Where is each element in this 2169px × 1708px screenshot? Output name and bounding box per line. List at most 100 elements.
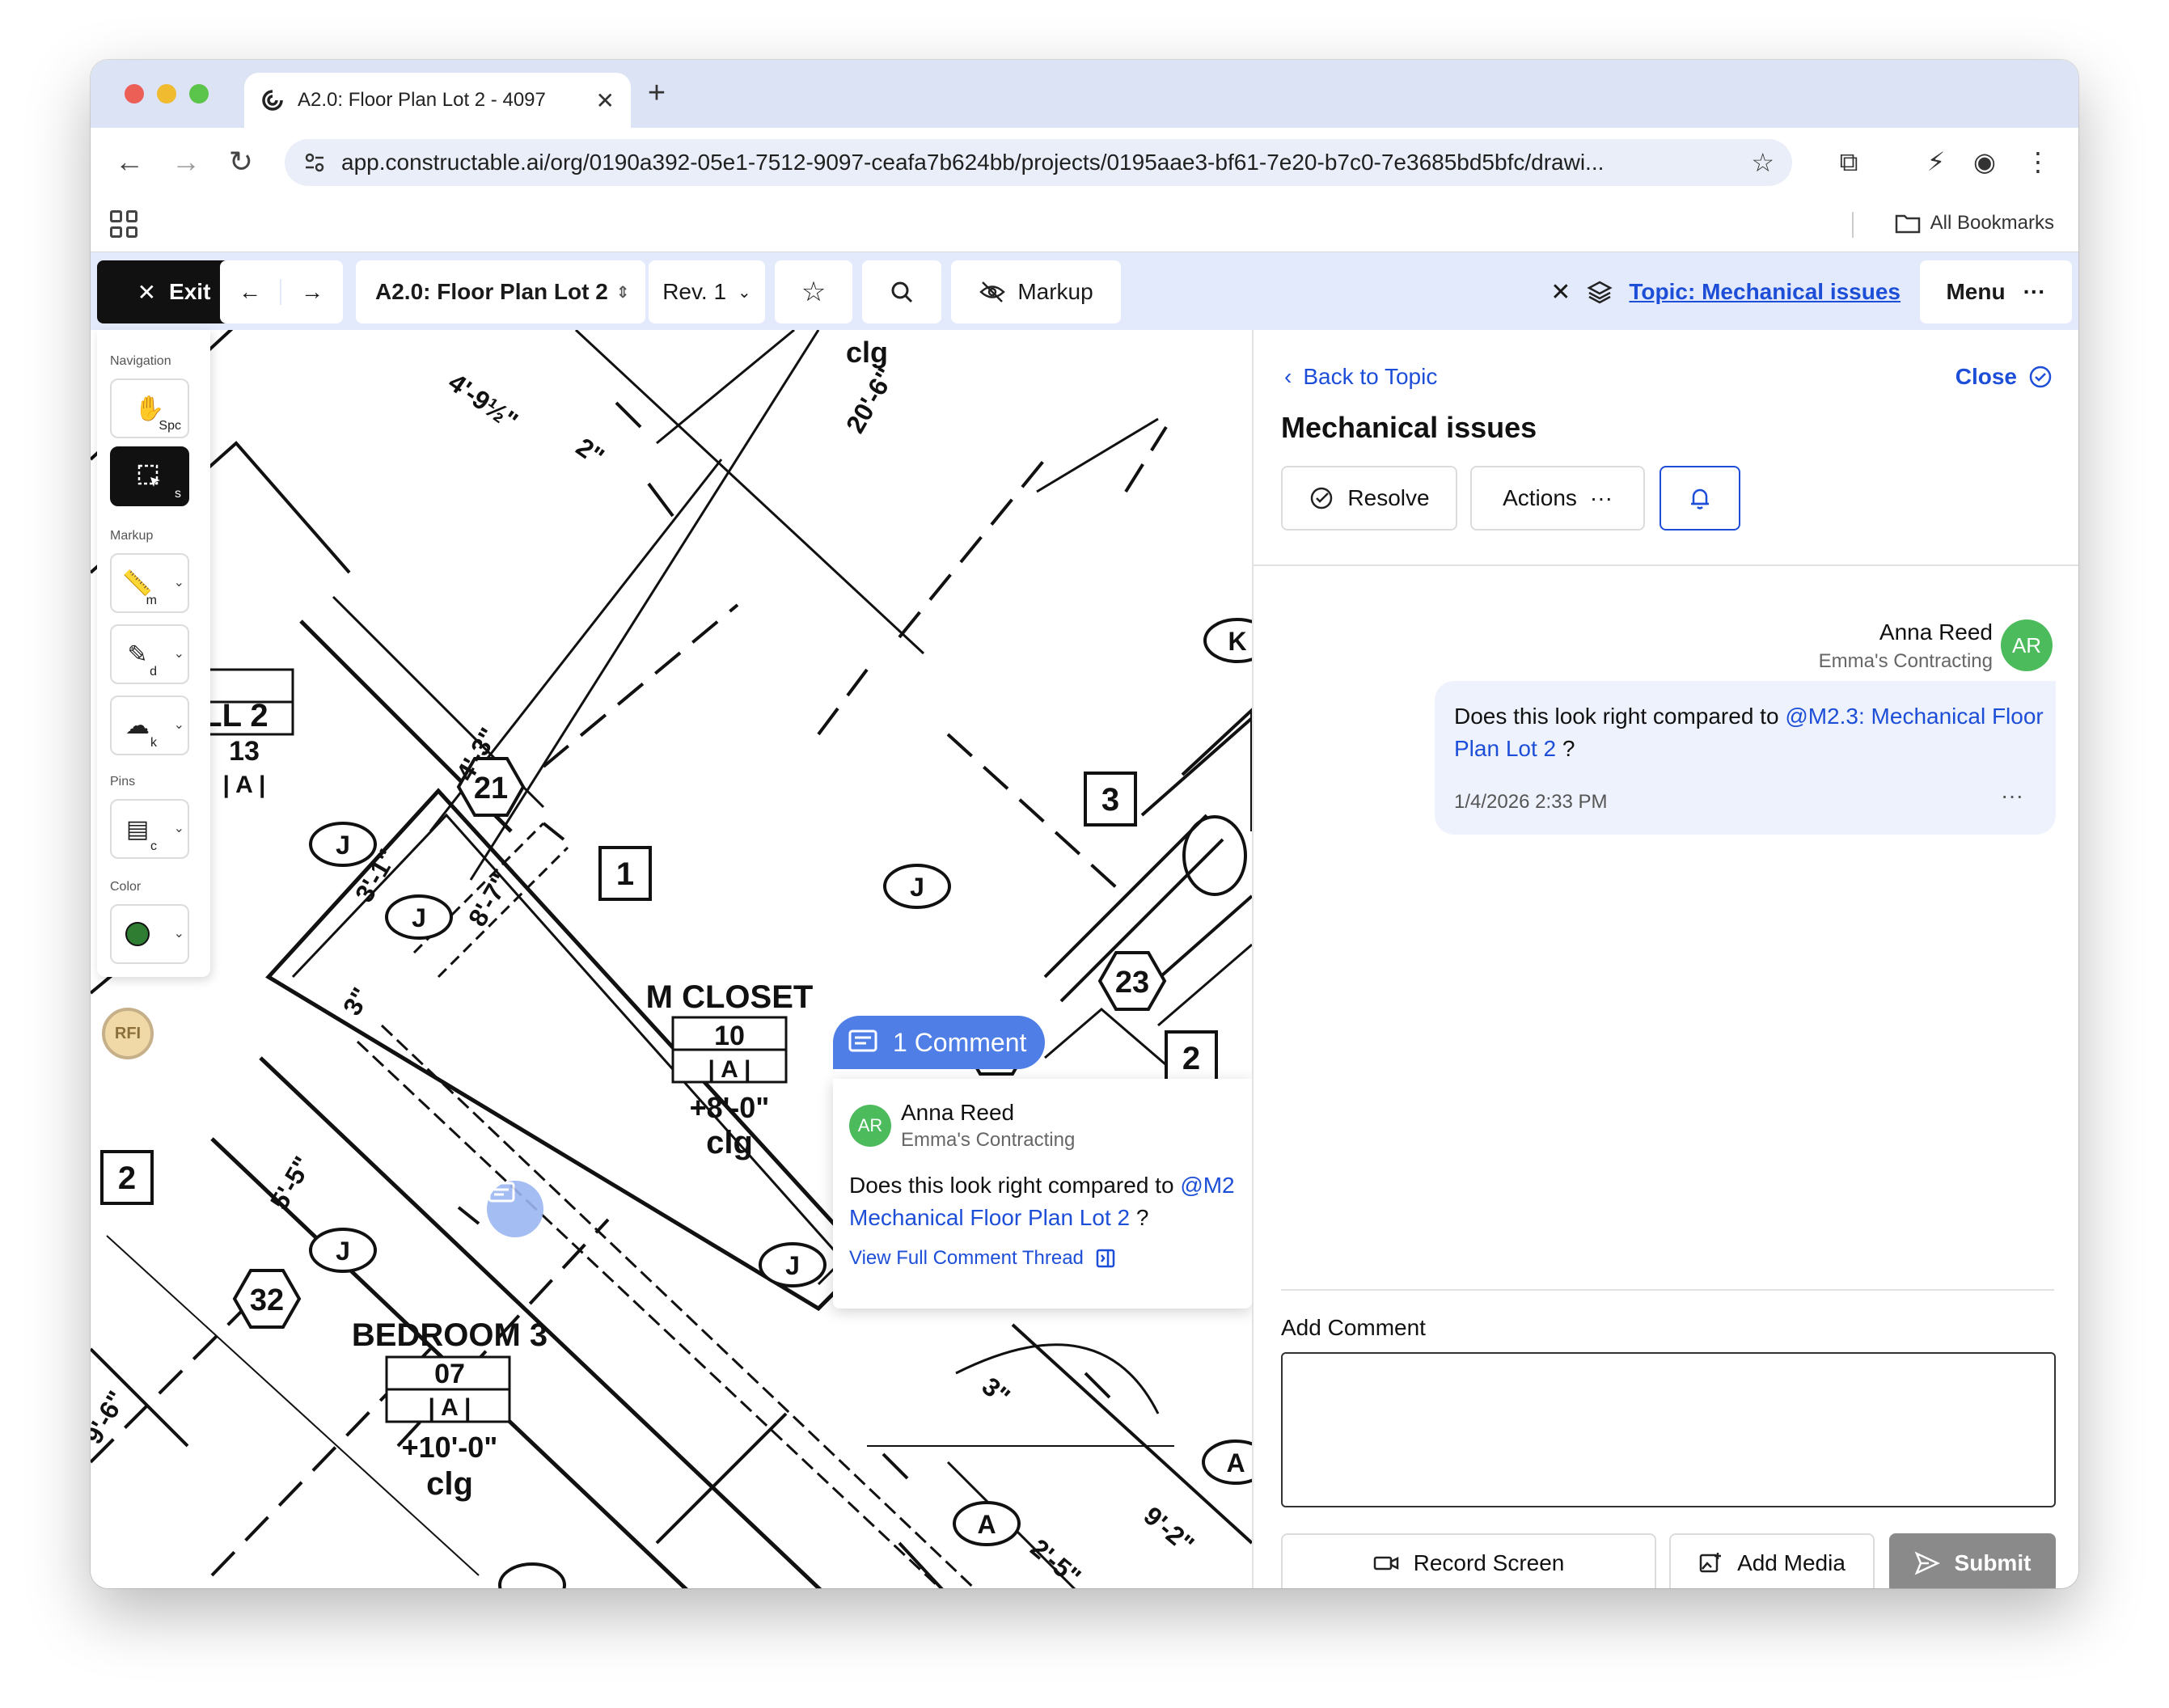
reload-icon[interactable]: ↻: [220, 141, 262, 183]
cloud-tool-button[interactable]: ☁ k ⌄: [110, 695, 189, 755]
chevron-down-icon[interactable]: ⌄: [174, 925, 184, 941]
dimension-label: 9'-2": [1139, 1501, 1200, 1559]
markup-label: Markup: [1017, 279, 1093, 304]
forward-arrow-icon[interactable]: →: [165, 141, 207, 183]
maximize-window-button[interactable]: [189, 84, 209, 104]
floor-plan-drawing[interactable]: 21 23 24 32 J J J J: [91, 330, 1252, 1588]
tab-strip: A2.0: Floor Plan Lot 2 - 4097 ✕ +: [91, 60, 2078, 128]
chevron-down-icon[interactable]: ⌄: [174, 574, 184, 590]
search-icon: [891, 281, 913, 303]
pan-tool-button[interactable]: ✋ Spc: [110, 378, 189, 438]
chevron-down-icon[interactable]: ⌄: [174, 717, 184, 733]
door-tag-a: A: [1226, 1448, 1245, 1478]
mention-link[interactable]: Mechanical Floor Plan Lot 2: [849, 1205, 1130, 1230]
chevron-down-icon[interactable]: ⌄: [174, 820, 184, 836]
measure-tool-button[interactable]: 📏 m ⌄: [110, 553, 189, 613]
ceiling-label-bedroom: clg: [426, 1466, 473, 1502]
color-picker-button[interactable]: ⌄: [110, 904, 189, 964]
comment-pin-marker[interactable]: [487, 1181, 543, 1237]
record-screen-button[interactable]: Record Screen: [1281, 1533, 1656, 1588]
room-name-closet: M CLOSET: [646, 979, 814, 1015]
actions-menu-button[interactable]: Actions ···: [1470, 466, 1645, 531]
message-more-icon[interactable]: ···: [2001, 783, 2023, 809]
close-panel-button[interactable]: Close: [1955, 364, 2053, 390]
pencil-icon: ✎: [127, 640, 148, 668]
submit-label: Submit: [1954, 1550, 2032, 1575]
room-number-hall: 13: [229, 736, 260, 767]
star-icon: ☆: [801, 277, 827, 307]
pan-shortcut: Spc: [159, 419, 181, 433]
navigation-section-label: Navigation: [110, 354, 171, 368]
tab-search-icon[interactable]: ⧉: [1829, 142, 1868, 181]
hex-tag-23: 23: [1115, 966, 1149, 1000]
comment-preview-popup: AR Anna Reed Emma's Contracting Does thi…: [833, 1079, 1252, 1308]
bookmarks-bar: All Bookmarks: [91, 196, 2078, 252]
window-tag-1: 1: [616, 856, 634, 892]
menu-label: Menu: [1946, 279, 2006, 304]
back-to-topic-link[interactable]: ‹ Back to Topic: [1284, 364, 1437, 390]
door-tag-j: J: [412, 903, 426, 932]
drawing-selector[interactable]: A2.0: Floor Plan Lot 2 ⇕: [356, 260, 645, 323]
view-full-thread-link[interactable]: View Full Comment Thread: [849, 1247, 1116, 1270]
next-drawing-button[interactable]: →: [281, 279, 343, 305]
all-bookmarks-button[interactable]: All Bookmarks: [1895, 212, 2054, 235]
rfi-pin-marker[interactable]: RFI: [102, 1008, 154, 1059]
comment-count-chip[interactable]: 1 Comment: [833, 1016, 1045, 1069]
site-settings-icon[interactable]: [302, 150, 327, 175]
video-camera-icon: [1373, 1556, 1398, 1571]
page-title: Mechanical issues: [1281, 411, 1537, 444]
resolve-button[interactable]: Resolve: [1281, 466, 1457, 531]
extensions-icon[interactable]: ⚡: [1917, 142, 1955, 181]
record-label: Record Screen: [1413, 1550, 1565, 1575]
previous-drawing-button[interactable]: ←: [220, 279, 281, 305]
select-tool-button[interactable]: s: [110, 446, 189, 506]
notifications-button[interactable]: [1660, 466, 1740, 531]
message-timestamp: 1/4/2026 2:33 PM: [1454, 791, 1608, 813]
comment-icon: ▤: [125, 815, 150, 843]
favorite-button[interactable]: ☆: [775, 260, 852, 323]
clear-topic-icon[interactable]: ✕: [1550, 278, 1571, 307]
profile-icon[interactable]: ◉: [1965, 142, 2004, 181]
sort-chevron-icon: ⇕: [615, 283, 630, 302]
revision-dropdown[interactable]: Rev. 1 ⌄: [649, 260, 765, 323]
room-number-bedroom: 07: [434, 1359, 465, 1389]
folder-icon: [1895, 214, 1920, 234]
browser-menu-icon[interactable]: ⋮: [2019, 142, 2057, 181]
topic-link[interactable]: Topic: Mechanical issues: [1629, 279, 1901, 305]
avatar: AR: [849, 1105, 891, 1147]
mention-link[interactable]: @M2: [1180, 1173, 1234, 1198]
bookmark-star-icon[interactable]: ☆: [1751, 147, 1774, 178]
close-window-button[interactable]: [125, 84, 144, 104]
compose-divider: [1281, 1289, 2054, 1291]
apps-grid-icon[interactable]: [110, 210, 137, 238]
check-circle-icon: [1311, 487, 1333, 509]
menu-button[interactable]: Menu ···: [1920, 260, 2072, 323]
back-arrow-icon[interactable]: ←: [108, 141, 150, 183]
comment-company: Emma's Contracting: [901, 1129, 1076, 1151]
dimension-label: 2": [571, 432, 610, 471]
select-shortcut: s: [175, 487, 181, 501]
message-author: Anna Reed: [1879, 619, 1993, 645]
address-bar[interactable]: app.constructable.ai/org/0190a392-05e1-7…: [285, 139, 1792, 186]
dimension-label: 3": [977, 1372, 1016, 1411]
door-tag-j: J: [336, 831, 350, 860]
minimize-window-button[interactable]: [157, 84, 176, 104]
dimension-label: 9'-6": [91, 1386, 132, 1449]
close-icon: ✕: [137, 279, 157, 305]
browser-tab[interactable]: A2.0: Floor Plan Lot 2 - 4097 ✕: [244, 73, 631, 128]
dimension-label: 20'-6": [840, 362, 901, 438]
add-media-button[interactable]: Add Media: [1669, 1533, 1875, 1588]
dimension-label: 3": [337, 983, 376, 1021]
markup-toggle-button[interactable]: Markup: [951, 260, 1121, 323]
submit-button[interactable]: Submit: [1889, 1533, 2056, 1588]
tab-close-icon[interactable]: ✕: [596, 87, 615, 114]
dimension-label: 5'-5": [264, 1152, 318, 1215]
search-button[interactable]: [862, 260, 941, 323]
comment-pin-tool-button[interactable]: ▤ c ⌄: [110, 799, 189, 859]
chevron-down-icon[interactable]: ⌄: [174, 645, 184, 662]
open-panel-icon: [1096, 1249, 1115, 1268]
add-comment-input[interactable]: [1281, 1352, 2056, 1507]
draw-tool-button[interactable]: ✎ d ⌄: [110, 624, 189, 684]
new-tab-button[interactable]: +: [637, 76, 676, 111]
drawing-canvas[interactable]: 21 23 24 32 J J J J: [91, 330, 1252, 1588]
